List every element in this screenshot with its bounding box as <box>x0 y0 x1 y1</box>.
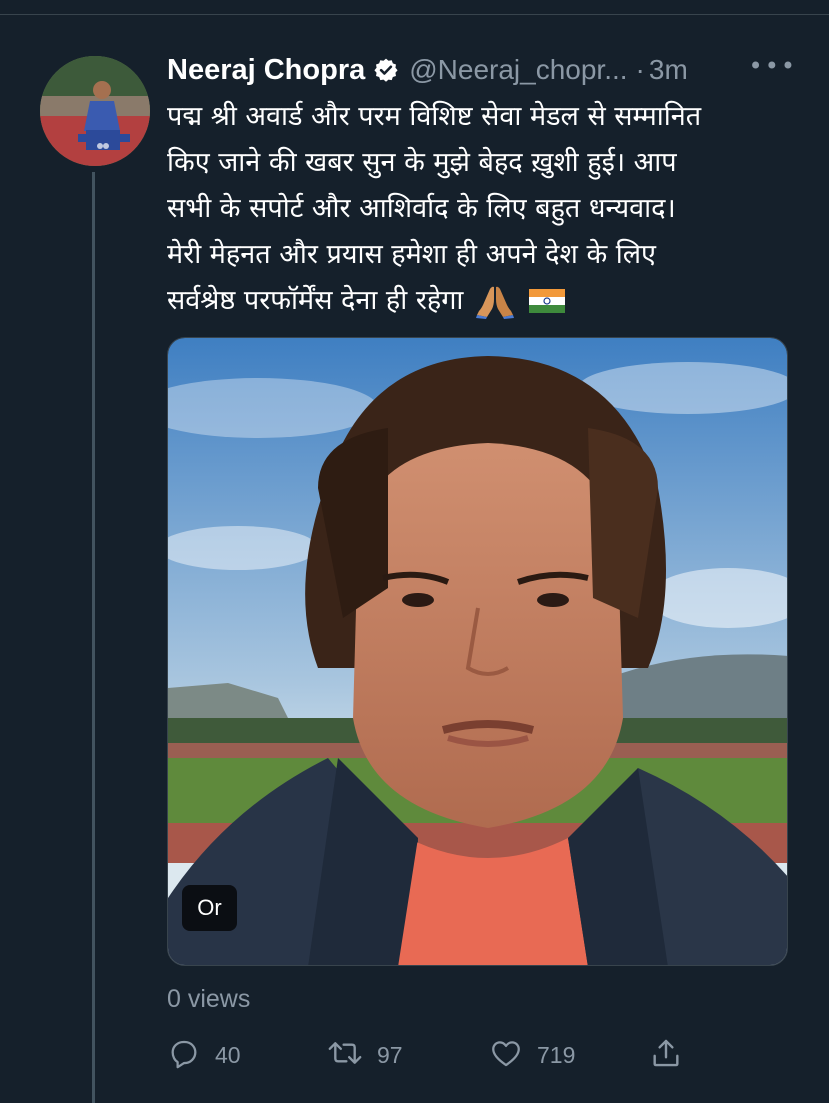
tweet-text-line-last: सर्वश्रेष्ठ परफॉर्मेंस देना ही रहेगा <box>167 278 807 324</box>
share-icon <box>649 1036 683 1074</box>
tweet-media-video[interactable]: Or <box>167 337 788 966</box>
video-thumbnail <box>168 338 787 965</box>
reply-button[interactable]: 40 <box>167 1035 241 1075</box>
top-divider <box>0 14 829 15</box>
tweet-header: Neeraj Chopra @Neeraj_chopr... · 3m ••• <box>167 50 797 90</box>
reply-count: 40 <box>215 1041 241 1068</box>
avatar[interactable] <box>40 56 150 166</box>
tweet-text-line: मेरी मेहनत और प्रयास हमेशा ही अपने देश क… <box>167 239 656 270</box>
retweet-count: 97 <box>377 1041 403 1068</box>
tweet-text-line: सभी के सपोर्ट और आशिर्वाद के लिए बहुत धन… <box>167 193 676 224</box>
avatar-image <box>40 56 150 166</box>
tweet-time[interactable]: 3m <box>649 54 688 86</box>
retweet-button[interactable]: 97 <box>327 1035 403 1075</box>
retweet-icon <box>327 1036 363 1074</box>
tweet-actions: 40 97 719 <box>167 1035 727 1075</box>
folded-hands-emoji <box>475 283 515 319</box>
author-handle[interactable]: @Neeraj_chopr... <box>409 54 627 86</box>
thread-line <box>92 172 95 1103</box>
tweet-text-line: पद्म श्री अवार्ड और परम विशिष्ट सेवा मेड… <box>167 101 702 132</box>
tweet-text-line: सर्वश्रेष्ठ परफॉर्मेंस देना ही रहेगा <box>167 285 464 316</box>
views-count: 0 views <box>167 985 251 1013</box>
more-options-icon[interactable]: ••• <box>749 52 797 80</box>
alt-text-badge[interactable]: Or <box>182 885 237 931</box>
like-icon <box>489 1036 523 1074</box>
share-button[interactable] <box>649 1035 683 1075</box>
separator-dot: · <box>635 54 645 85</box>
verified-badge-icon <box>373 57 399 83</box>
like-count: 719 <box>537 1041 576 1068</box>
reply-icon <box>167 1036 201 1074</box>
india-flag-emoji <box>527 287 567 315</box>
author-name[interactable]: Neeraj Chopra <box>167 54 365 87</box>
like-button[interactable]: 719 <box>489 1035 575 1075</box>
tweet-text-line: किए जाने की खबर सुन के मुझे बेहद ख़ुशी ह… <box>167 147 677 178</box>
tweet-text: पद्म श्री अवार्ड और परम विशिष्ट सेवा मेड… <box>167 94 807 324</box>
